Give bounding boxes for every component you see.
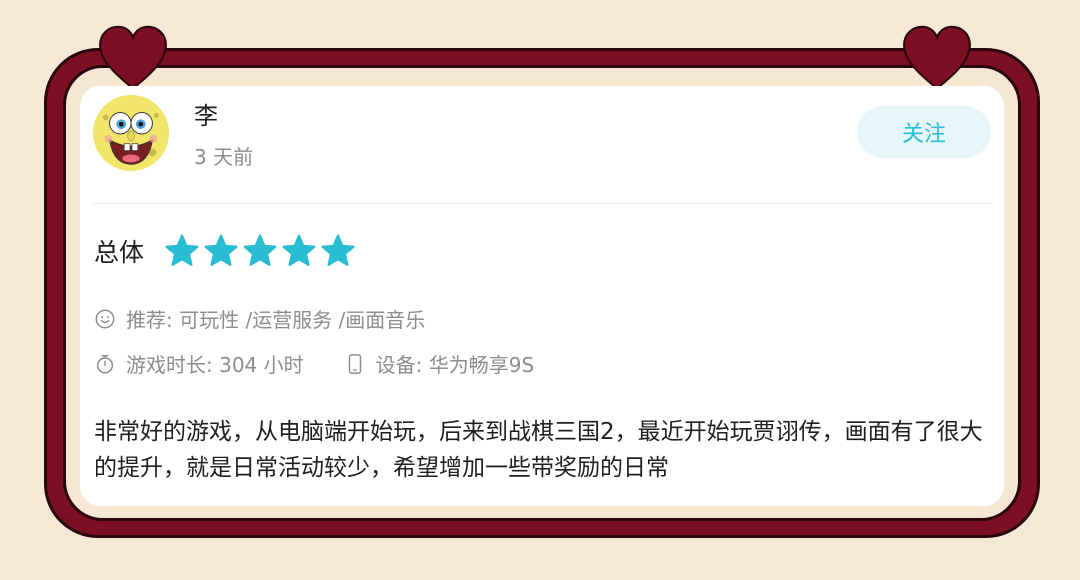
overall-rating: 总体 bbox=[94, 231, 356, 271]
star-rating bbox=[164, 233, 356, 269]
meta-row: 游戏时长: 304 小时 设备: 华为畅享9S bbox=[94, 349, 534, 378]
device-text: 设备: 华为畅享9S bbox=[375, 353, 535, 377]
star-icon bbox=[243, 234, 277, 266]
recommend-text: 推荐: 可玩性 /运营服务 /画面音乐 bbox=[126, 308, 426, 332]
phone-icon bbox=[348, 353, 361, 374]
star-icon bbox=[204, 234, 238, 266]
divider bbox=[92, 203, 992, 204]
recommend-row: 推荐: 可玩性 /运营服务 /画面音乐 bbox=[94, 304, 425, 333]
star-icon bbox=[165, 234, 199, 266]
user-name[interactable]: 李 bbox=[194, 96, 218, 131]
star-icon bbox=[321, 234, 355, 266]
review-body: 非常好的游戏，从电脑端开始玩，后来到战棋三国2，最近开始玩贾诩传，画面有了很大的… bbox=[94, 419, 983, 481]
heart-icon bbox=[903, 25, 971, 90]
stopwatch-icon bbox=[96, 354, 114, 373]
device-info: 设备: 华为畅享9S bbox=[344, 349, 535, 378]
star-icon bbox=[282, 234, 316, 266]
spongebob-avatar[interactable] bbox=[92, 94, 170, 172]
review-card: 李 3 天前 关注 总体 推荐: 可玩性 /运营服务 /画面音乐 游戏时长: 3… bbox=[80, 86, 1004, 506]
playtime-text: 游戏时长: 304 小时 bbox=[126, 353, 304, 377]
overall-label: 总体 bbox=[94, 238, 145, 267]
smiley-icon bbox=[95, 309, 115, 328]
follow-button[interactable]: 关注 bbox=[857, 106, 991, 158]
heart-icon bbox=[99, 25, 167, 90]
post-time: 3 天前 bbox=[194, 145, 254, 169]
